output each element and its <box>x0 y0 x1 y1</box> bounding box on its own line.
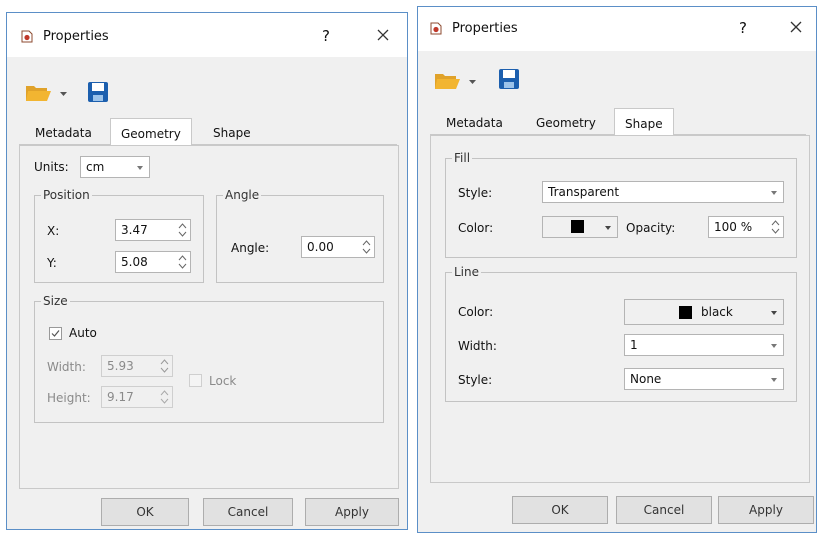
angle-group: Angle Angle: 0.00 <box>216 188 384 283</box>
ok-button[interactable]: OK <box>512 496 608 524</box>
chevron-down-icon <box>771 311 777 315</box>
cancel-button[interactable]: Cancel <box>616 496 712 524</box>
tab-bar: Metadata Geometry Shape <box>19 118 397 146</box>
properties-dialog-geometry: Properties ? Metadata Geometry Shape Uni… <box>6 12 408 530</box>
units-label: Units: <box>34 160 69 174</box>
dialog-title: Properties <box>452 21 518 36</box>
title-bar: Properties ? <box>7 13 407 57</box>
fill-legend: Fill <box>452 151 473 165</box>
tab-metadata[interactable]: Metadata <box>25 121 102 145</box>
line-width-value: 1 <box>630 338 638 352</box>
tab-bar: Metadata Geometry Shape <box>430 108 806 136</box>
x-value: 3.47 <box>121 223 148 237</box>
y-value: 5.08 <box>121 255 148 269</box>
shape-panel: Fill Style: Transparent Color: Opacity: … <box>430 135 810 483</box>
title-bar: Properties ? <box>418 7 816 51</box>
apply-button[interactable]: Apply <box>718 496 814 524</box>
fill-color-label: Color: <box>458 221 494 235</box>
width-value: 5.93 <box>107 359 134 373</box>
dialog-title: Properties <box>43 29 109 44</box>
check-icon <box>51 330 60 337</box>
dropdown-arrow-icon[interactable] <box>60 92 67 97</box>
line-style-value: None <box>630 372 662 386</box>
auto-label: Auto <box>69 326 97 340</box>
height-spinbox[interactable]: 9.17 <box>101 386 173 408</box>
save-icon[interactable] <box>498 68 520 90</box>
opacity-spinbox[interactable]: 100 % <box>708 216 784 238</box>
lock-label: Lock <box>209 374 237 388</box>
spin-arrows-icon[interactable] <box>771 219 780 235</box>
width-label: Width: <box>47 360 86 374</box>
angle-value: 0.00 <box>307 240 334 254</box>
y-label: Y: <box>47 256 57 270</box>
tab-geometry[interactable]: Geometry <box>526 111 606 135</box>
line-color-select[interactable]: black <box>624 299 784 325</box>
chevron-down-icon <box>605 226 611 230</box>
angle-label: Angle: <box>231 241 270 255</box>
spin-arrows-icon[interactable] <box>160 358 169 374</box>
chevron-down-icon <box>771 191 777 195</box>
line-width-label: Width: <box>458 339 497 353</box>
y-spinbox[interactable]: 5.08 <box>115 251 191 273</box>
apply-button[interactable]: Apply <box>305 498 399 526</box>
auto-checkbox[interactable] <box>49 327 62 340</box>
line-color-name: black <box>701 305 733 319</box>
chevron-down-icon <box>771 378 777 382</box>
properties-app-icon <box>430 22 442 35</box>
position-group: Position X: 3.47 Y: 5.08 <box>34 188 204 283</box>
line-width-select[interactable]: 1 <box>624 334 784 356</box>
fill-color-picker[interactable] <box>542 216 618 238</box>
size-group: Size Auto Width: 5.93 Height: 9.17 Lock <box>34 294 384 423</box>
color-swatch <box>679 306 692 319</box>
fill-style-select[interactable]: Transparent <box>542 181 784 203</box>
fill-style-value: Transparent <box>548 185 620 199</box>
tab-shape[interactable]: Shape <box>203 121 261 145</box>
help-button[interactable]: ? <box>732 17 754 39</box>
size-legend: Size <box>41 294 70 308</box>
opacity-value: 100 % <box>714 220 753 234</box>
spin-arrows-icon[interactable] <box>178 254 187 270</box>
spin-arrows-icon[interactable] <box>160 389 169 405</box>
spin-arrows-icon[interactable] <box>178 222 187 238</box>
x-spinbox[interactable]: 3.47 <box>115 219 191 241</box>
position-legend: Position <box>41 188 92 202</box>
color-swatch <box>571 220 584 233</box>
geometry-panel: Units: cm Position X: 3.47 Y: 5.08 Angle… <box>19 145 399 489</box>
angle-legend: Angle <box>223 188 262 202</box>
tab-metadata[interactable]: Metadata <box>436 111 513 135</box>
open-folder-icon[interactable] <box>434 71 462 91</box>
height-value: 9.17 <box>107 390 134 404</box>
close-icon[interactable] <box>784 17 808 39</box>
line-legend: Line <box>452 265 482 279</box>
chevron-down-icon <box>771 344 777 348</box>
help-button[interactable]: ? <box>315 25 337 47</box>
width-spinbox[interactable]: 5.93 <box>101 355 173 377</box>
close-icon[interactable] <box>371 25 395 47</box>
lock-checkbox[interactable] <box>189 374 202 387</box>
angle-spinbox[interactable]: 0.00 <box>301 236 375 258</box>
save-icon[interactable] <box>87 81 109 103</box>
properties-app-icon <box>21 30 33 43</box>
dropdown-arrow-icon[interactable] <box>469 80 476 85</box>
fill-style-label: Style: <box>458 186 493 200</box>
tab-shape[interactable]: Shape <box>614 108 674 136</box>
properties-dialog-shape: Properties ? Metadata Geometry Shape Fil… <box>417 6 817 533</box>
cancel-button[interactable]: Cancel <box>203 498 293 526</box>
line-style-select[interactable]: None <box>624 368 784 390</box>
fill-group: Fill Style: Transparent Color: Opacity: … <box>445 151 797 258</box>
height-label: Height: <box>47 391 91 405</box>
line-style-label: Style: <box>458 373 493 387</box>
chevron-down-icon <box>137 166 143 170</box>
line-group: Line Color: black Width: 1 Style: None <box>445 265 797 402</box>
spin-arrows-icon[interactable] <box>362 239 371 255</box>
units-select[interactable]: cm <box>80 156 150 178</box>
tab-geometry[interactable]: Geometry <box>110 118 192 146</box>
line-color-label: Color: <box>458 305 494 319</box>
x-label: X: <box>47 224 60 238</box>
ok-button[interactable]: OK <box>101 498 189 526</box>
opacity-label: Opacity: <box>626 221 676 235</box>
units-value: cm <box>86 160 105 174</box>
open-folder-icon[interactable] <box>25 83 53 103</box>
